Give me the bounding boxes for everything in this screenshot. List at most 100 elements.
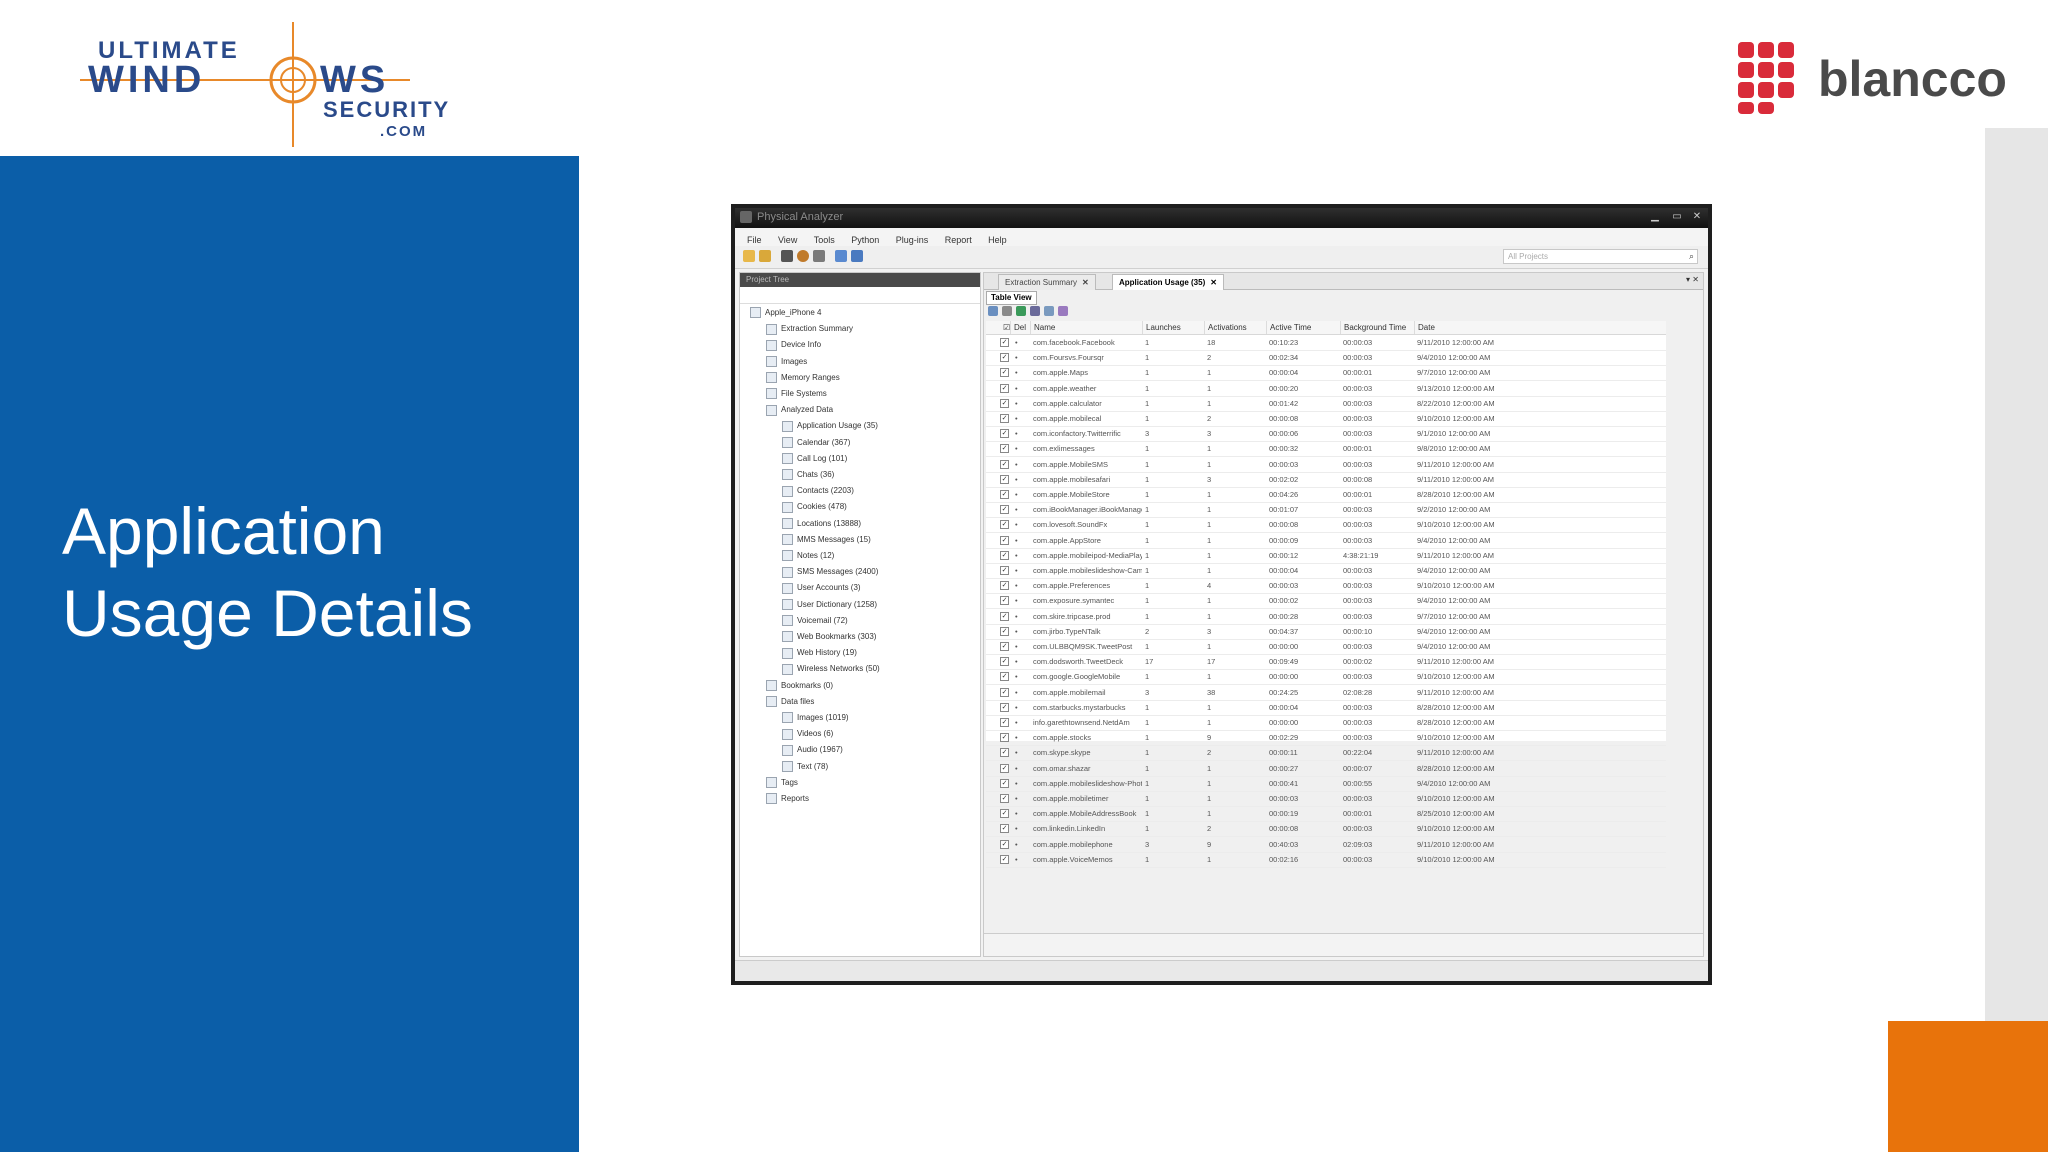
row-checkbox[interactable]: ✓ [1000,338,1009,347]
row-checkbox[interactable]: ✓ [1000,657,1009,667]
tree-item[interactable]: Bookmarks (0) [766,678,833,694]
table-row[interactable]: ✓ • com.dodsworth.TweetDeck 17 17 00:09:49 00:… [986,654,1666,671]
title-bar[interactable]: Physical Analyzer ▁ ▭ ✕ [735,208,1708,228]
tab-application-usage[interactable]: Application Usage (35) ✕ [1112,274,1224,290]
row-checkbox[interactable]: ✓ [1000,596,1009,606]
table-row[interactable]: ✓ • com.apple.mobileslideshow-Camera 1 1 00:0… [986,563,1666,579]
header-activations[interactable]: Activations [1204,321,1266,334]
header-launches[interactable]: Launches [1142,321,1204,334]
table-view-tab[interactable]: Table View [986,291,1037,305]
row-checkbox[interactable]: ✓ [1000,611,1009,621]
table-row[interactable]: ✓ • com.facebook.Facebook 1 18 00:10:23 00:00:… [986,335,1666,351]
tab-extraction-summary[interactable]: Extraction Summary ✕ [998,274,1096,290]
table-row[interactable]: ✓ • com.google.GoogleMobile 1 1 00:00:00 00:00… [986,669,1666,686]
extract-icon[interactable] [797,250,809,262]
row-checkbox[interactable]: ✓ [1000,687,1009,697]
table-row[interactable]: ✓ • com.jirbo.TypeNTalk 2 3 00:04:37 00:00:10 9… [986,624,1666,640]
table-row[interactable]: ✓ • com.exposure.symantec 1 1 00:00:02 00:00:0… [986,593,1666,610]
table-row[interactable]: ✓ • com.apple.MobileSMS 1 1 00:00:03 00:00:03 9… [986,457,1666,473]
row-checkbox[interactable]: ✓ [1000,626,1009,636]
search-icon[interactable]: ⌕ [1689,251,1694,262]
table-row[interactable]: ✓ • com.apple.mobiletimer 1 1 00:00:03 00:00:0… [986,791,1666,807]
tree-item[interactable]: Tags [766,775,798,791]
tree-item[interactable]: Videos (6) [782,726,833,742]
row-checkbox[interactable]: ✓ [1000,778,1009,788]
table-row[interactable]: ✓ • com.apple.MobileAddressBook 1 1 00:00:19 0… [986,806,1666,823]
row-checkbox[interactable]: ✓ [1000,505,1009,515]
table-row[interactable]: ✓ • com.iBookManager.iBookManager 1 1 00:01:0… [986,502,1666,519]
table-row[interactable]: ✓ • com.linkedin.LinkedIn 1 2 00:00:08 00:00:0… [986,821,1666,838]
refresh-icon[interactable] [1016,306,1026,316]
settings-icon[interactable] [813,250,825,262]
table-row[interactable]: ✓ • com.apple.mobilecal 1 2 00:00:08 00:00:03 9… [986,411,1666,427]
table-row[interactable]: ✓ • com.iconfactory.Twitterrific 3 3 00:00:06… [986,426,1666,443]
tree-item[interactable]: User Dictionary (1258) [782,597,877,613]
table-row[interactable]: ✓ • com.apple.mobilesafari 1 3 00:02:02 00:00:… [986,472,1666,488]
pane-menu-icon[interactable]: ▾ [1686,275,1690,284]
row-checkbox[interactable]: ✓ [1000,520,1009,530]
table-row[interactable]: ✓ • com.apple.mobileslideshow-Photos 1 1 00:0… [986,776,1666,792]
tree-item[interactable]: Memory Ranges [766,370,840,386]
header-date[interactable]: Date [1414,321,1514,334]
row-checkbox[interactable]: ✓ [1000,353,1009,363]
row-checkbox[interactable]: ✓ [1000,672,1009,682]
columns-icon[interactable] [1030,306,1040,316]
row-checkbox[interactable]: ✓ [1000,839,1009,849]
tab-close-icon[interactable]: ✕ [1082,278,1089,287]
row-checkbox[interactable]: ✓ [1000,794,1009,803]
tag-icon[interactable] [1058,306,1068,316]
header-name[interactable]: Name [1030,321,1142,334]
table-row[interactable]: ✓ • com.apple.mobileipod-MediaPlayer 1 1 00:0… [986,548,1666,564]
tree-item[interactable]: Data files [766,694,814,710]
tree-item[interactable]: Extraction Summary [766,321,853,337]
row-checkbox[interactable]: ✓ [1000,474,1009,484]
header-active-time[interactable]: Active Time [1266,321,1340,334]
tree-item[interactable]: Web History (19) [782,645,857,661]
minimize-icon[interactable]: ▁ [1646,210,1664,224]
tree-item[interactable]: Call Log (101) [782,451,847,467]
row-checkbox[interactable]: ✓ [1000,566,1009,575]
table-row[interactable]: ✓ • com.apple.AppStore 1 1 00:00:09 00:00:03 9/… [986,533,1666,549]
table-row[interactable]: ✓ • com.apple.stocks 1 9 00:02:29 00:00:03 9/10… [986,730,1666,747]
tree-item[interactable]: Chats (36) [782,467,834,483]
row-checkbox[interactable]: ✓ [1000,718,1009,727]
table-row[interactable]: ✓ • com.apple.mobilephone 3 9 00:40:03 02:09:0… [986,837,1666,853]
row-checkbox[interactable]: ✓ [1000,763,1009,773]
row-checkbox[interactable]: ✓ [1000,414,1009,423]
tree-item[interactable]: Text (78) [782,759,828,775]
row-checkbox[interactable]: ✓ [1000,368,1009,378]
row-checkbox[interactable]: ✓ [1000,642,1009,651]
table-row[interactable]: ✓ • com.lovesoft.SoundFx 1 1 00:00:08 00:00:03… [986,517,1666,534]
open-folder-icon[interactable] [743,250,755,262]
tree-item[interactable]: Analyzed Data [766,402,833,418]
tree-item[interactable]: Images (1019) [782,710,849,726]
tree-item[interactable]: User Accounts (3) [782,580,861,596]
row-checkbox[interactable]: ✓ [1000,383,1009,393]
tree-item[interactable]: File Systems [766,386,827,402]
header-background-time[interactable]: Background Time [1340,321,1414,334]
table-row[interactable]: ✓ • com.exlimessages 1 1 00:00:32 00:00:01 9/8/… [986,441,1666,458]
tree-item[interactable]: Notes (12) [782,548,834,564]
tree-item[interactable]: Contacts (2203) [782,483,854,499]
table-row[interactable]: ✓ • com.skire.tripcase.prod 1 1 00:00:28 00:00… [986,609,1666,625]
tree-item[interactable]: Reports [766,791,809,807]
maximize-icon[interactable]: ▭ [1668,210,1686,224]
tree-item[interactable]: Cookies (478) [782,499,847,515]
table-row[interactable]: ✓ • com.apple.calculator 1 1 00:01:42 00:00:03… [986,396,1666,412]
tree-item[interactable]: Apple_iPhone 4 [750,305,822,321]
table-row[interactable]: ✓ • com.Foursvs.Foursqr 1 2 00:02:34 00:00:03 9… [986,350,1666,367]
tree-item[interactable]: Web Bookmarks (303) [782,629,876,645]
row-checkbox[interactable]: ✓ [1000,459,1009,469]
header-select-all-checkbox[interactable]: ☑ [1000,321,1010,334]
filter-icon[interactable] [1002,306,1012,316]
row-checkbox[interactable]: ✓ [1000,702,1009,712]
search-input[interactable]: All Projects ⌕ [1503,249,1698,264]
copy-icon[interactable] [1044,306,1054,316]
tree-item[interactable]: MMS Messages (15) [782,532,871,548]
table-row[interactable]: ✓ • com.skype.skype 1 2 00:00:11 00:22:04 9/11/… [986,745,1666,762]
table-row[interactable]: ✓ • com.starbucks.mystarbucks 1 1 00:00:04 00:… [986,700,1666,716]
unlink-icon[interactable] [851,250,863,262]
table-row[interactable]: ✓ • com.apple.weather 1 1 00:00:20 00:00:03 9/1… [986,381,1666,397]
row-checkbox[interactable]: ✓ [1000,733,1009,743]
tree-item[interactable]: Calendar (367) [782,435,850,451]
